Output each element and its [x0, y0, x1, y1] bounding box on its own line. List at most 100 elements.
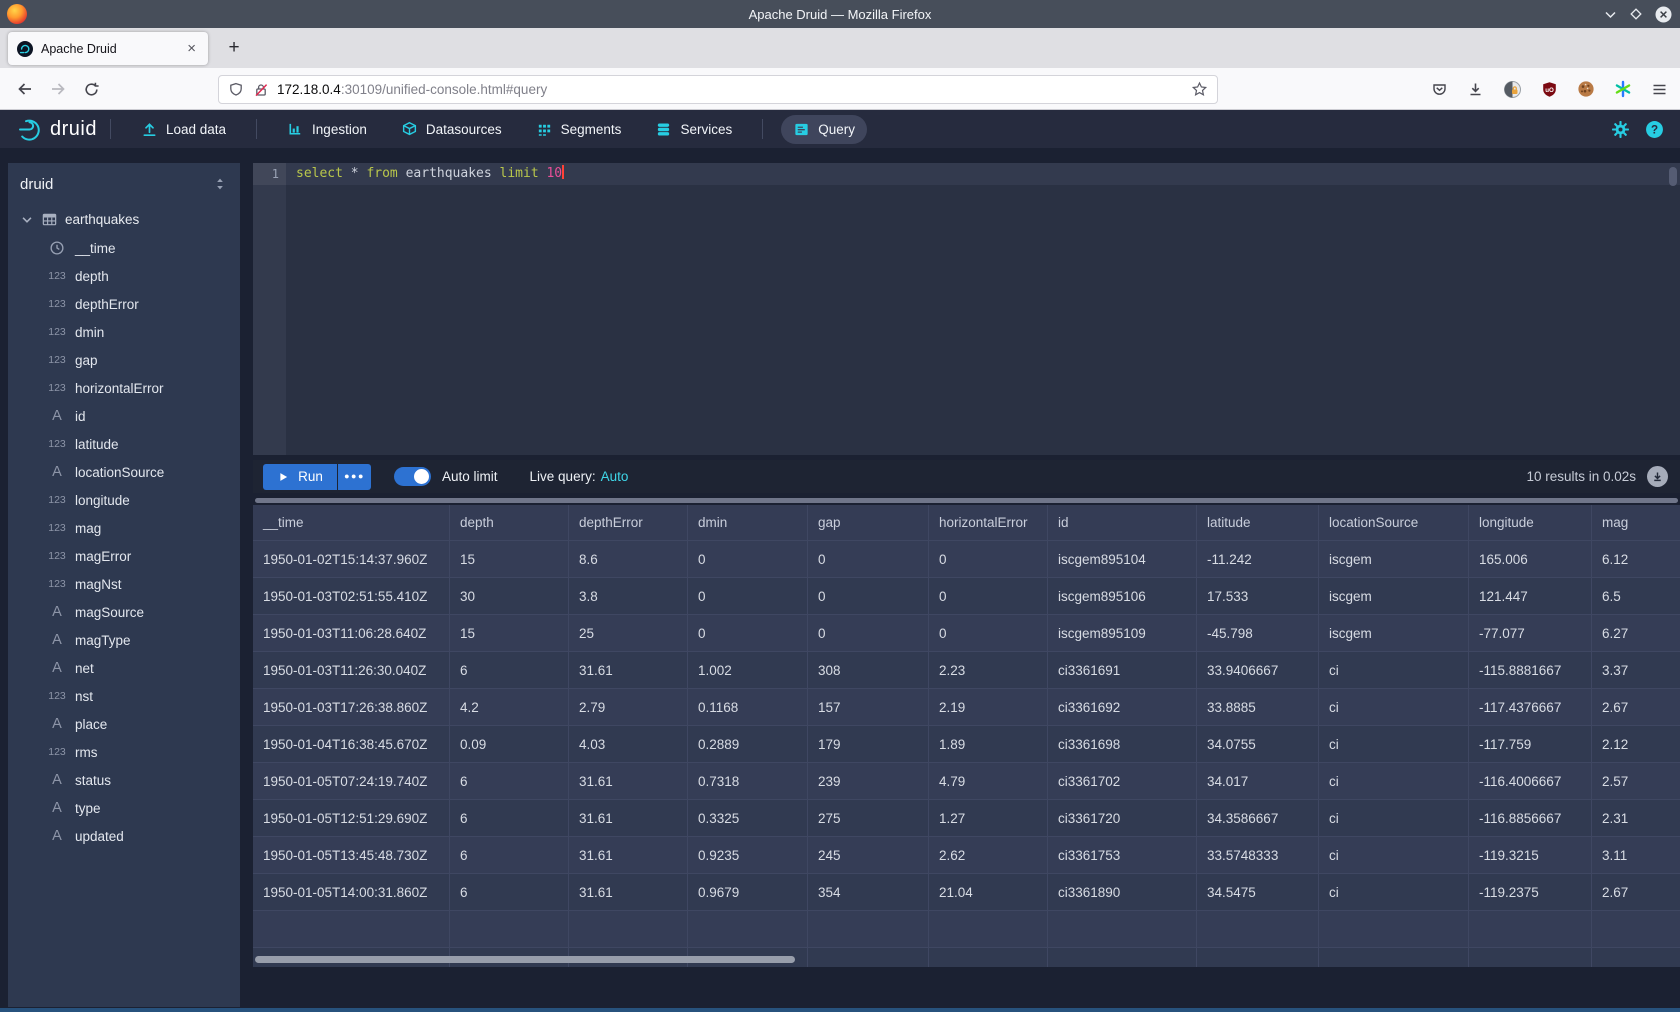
- column-header-dmin[interactable]: dmin: [688, 505, 808, 540]
- table-cell[interactable]: 1950-01-04T16:38:45.670Z: [253, 726, 450, 762]
- maximize-button[interactable]: [1629, 7, 1643, 21]
- table-cell[interactable]: 2.12: [1592, 726, 1680, 762]
- table-cell[interactable]: iscgem895109: [1048, 615, 1197, 651]
- sidebar-column-nst[interactable]: 123nst: [8, 682, 240, 710]
- table-cell[interactable]: 31.61: [569, 800, 688, 836]
- table-cell[interactable]: 0.09: [450, 726, 569, 762]
- table-cell[interactable]: 6: [450, 837, 569, 873]
- sidebar-column-net[interactable]: Anet: [8, 654, 240, 682]
- pocket-icon[interactable]: [1431, 81, 1448, 98]
- table-cell[interactable]: -117.759: [1469, 726, 1592, 762]
- table-cell[interactable]: ci3361702: [1048, 763, 1197, 799]
- table-cell[interactable]: ci3361691: [1048, 652, 1197, 688]
- table-cell[interactable]: 30: [450, 578, 569, 614]
- column-header-mag[interactable]: mag: [1592, 505, 1680, 540]
- table-cell[interactable]: 1.27: [929, 800, 1048, 836]
- table-cell[interactable]: 31.61: [569, 837, 688, 873]
- column-header-horizontalError[interactable]: horizontalError: [929, 505, 1048, 540]
- back-button[interactable]: [12, 76, 38, 102]
- settings-gear-icon[interactable]: [1611, 120, 1630, 139]
- nav-item-services[interactable]: Services: [643, 115, 744, 144]
- table-cell[interactable]: 2.67: [1592, 689, 1680, 725]
- table-cell[interactable]: 275: [808, 800, 929, 836]
- table-cell[interactable]: 121.447: [1469, 578, 1592, 614]
- tracking-protection-shield-icon[interactable]: [228, 82, 244, 98]
- table-cell[interactable]: 3.37: [1592, 652, 1680, 688]
- table-cell[interactable]: 34.5475: [1197, 874, 1319, 910]
- run-button[interactable]: Run: [263, 464, 337, 490]
- sidebar-column-dmin[interactable]: 123dmin: [8, 318, 240, 346]
- table-cell[interactable]: 0.9679: [688, 874, 808, 910]
- druid-brand[interactable]: druid: [16, 116, 97, 143]
- panel-resize-handle[interactable]: [255, 498, 1678, 503]
- sidebar-column-magType[interactable]: AmagType: [8, 626, 240, 654]
- table-cell[interactable]: 4.03: [569, 726, 688, 762]
- table-cell[interactable]: 2.23: [929, 652, 1048, 688]
- table-cell[interactable]: 1950-01-02T15:14:37.960Z: [253, 541, 450, 577]
- table-cell[interactable]: 0: [929, 578, 1048, 614]
- table-cell[interactable]: 0: [808, 541, 929, 577]
- table-cell[interactable]: -119.2375: [1469, 874, 1592, 910]
- table-cell[interactable]: -119.3215: [1469, 837, 1592, 873]
- minimize-button[interactable]: [1604, 8, 1617, 21]
- bookmark-star-icon[interactable]: [1191, 81, 1208, 98]
- extension-privacy-icon[interactable]: [1503, 80, 1522, 99]
- sidebar-column-horizontalError[interactable]: 123horizontalError: [8, 374, 240, 402]
- table-cell[interactable]: ci3361692: [1048, 689, 1197, 725]
- cookie-extension-icon[interactable]: [1577, 80, 1595, 98]
- table-cell[interactable]: 6: [450, 763, 569, 799]
- sidebar-column-id[interactable]: Aid: [8, 402, 240, 430]
- table-cell[interactable]: 1950-01-05T12:51:29.690Z: [253, 800, 450, 836]
- table-cell[interactable]: 3.11: [1592, 837, 1680, 873]
- table-cell[interactable]: -116.4006667: [1469, 763, 1592, 799]
- url-bar[interactable]: 172.18.0.4:30109/unified-console.html#qu…: [218, 75, 1218, 104]
- table-cell[interactable]: 3.8: [569, 578, 688, 614]
- table-cell[interactable]: 8.6: [569, 541, 688, 577]
- sidebar-column-locationSource[interactable]: AlocationSource: [8, 458, 240, 486]
- table-cell[interactable]: iscgem: [1319, 615, 1469, 651]
- download-results-button[interactable]: [1647, 466, 1668, 487]
- column-header-id[interactable]: id: [1048, 505, 1197, 540]
- table-cell[interactable]: 1950-01-03T11:06:28.640Z: [253, 615, 450, 651]
- nav-item-datasources[interactable]: Datasources: [389, 115, 514, 144]
- sql-query-text[interactable]: select * from earthquakes limit 10: [296, 163, 564, 185]
- table-cell[interactable]: 2.19: [929, 689, 1048, 725]
- nav-item-load-data[interactable]: Load data: [129, 115, 238, 144]
- column-header-gap[interactable]: gap: [808, 505, 929, 540]
- table-cell[interactable]: 33.8885: [1197, 689, 1319, 725]
- table-cell[interactable]: 33.5748333: [1197, 837, 1319, 873]
- table-cell[interactable]: 0.2889: [688, 726, 808, 762]
- column-header-depthError[interactable]: depthError: [569, 505, 688, 540]
- sidebar-column-depth[interactable]: 123depth: [8, 262, 240, 290]
- table-cell[interactable]: 4.79: [929, 763, 1048, 799]
- schema-selector[interactable]: druid: [8, 163, 240, 205]
- table-cell[interactable]: ci: [1319, 837, 1469, 873]
- table-cell[interactable]: ci3361720: [1048, 800, 1197, 836]
- column-header-longitude[interactable]: longitude: [1469, 505, 1592, 540]
- table-cell[interactable]: -77.077: [1469, 615, 1592, 651]
- horizontal-scrollbar[interactable]: [255, 956, 795, 963]
- column-header-__time[interactable]: __time: [253, 505, 450, 540]
- column-header-locationSource[interactable]: locationSource: [1319, 505, 1469, 540]
- sidebar-column-magNst[interactable]: 123magNst: [8, 570, 240, 598]
- sidebar-column-mag[interactable]: 123mag: [8, 514, 240, 542]
- live-query-value[interactable]: Auto: [601, 469, 629, 484]
- colorful-asterisk-extension-icon[interactable]: [1614, 80, 1632, 98]
- nav-item-ingestion[interactable]: Ingestion: [275, 115, 379, 144]
- sidebar-column-magSource[interactable]: AmagSource: [8, 598, 240, 626]
- table-cell[interactable]: 239: [808, 763, 929, 799]
- sidebar-column-type[interactable]: Atype: [8, 794, 240, 822]
- table-cell[interactable]: -117.4376667: [1469, 689, 1592, 725]
- table-cell[interactable]: 6: [450, 800, 569, 836]
- new-tab-button[interactable]: +: [221, 35, 247, 61]
- sidebar-column-__time[interactable]: __time: [8, 234, 240, 262]
- table-cell[interactable]: -45.798: [1197, 615, 1319, 651]
- table-cell[interactable]: 21.04: [929, 874, 1048, 910]
- sidebar-column-updated[interactable]: Aupdated: [8, 822, 240, 850]
- table-cell[interactable]: 6.27: [1592, 615, 1680, 651]
- table-cell[interactable]: 1.89: [929, 726, 1048, 762]
- table-cell[interactable]: 6.12: [1592, 541, 1680, 577]
- table-cell[interactable]: iscgem: [1319, 541, 1469, 577]
- table-cell[interactable]: ci: [1319, 689, 1469, 725]
- sidebar-column-place[interactable]: Aplace: [8, 710, 240, 738]
